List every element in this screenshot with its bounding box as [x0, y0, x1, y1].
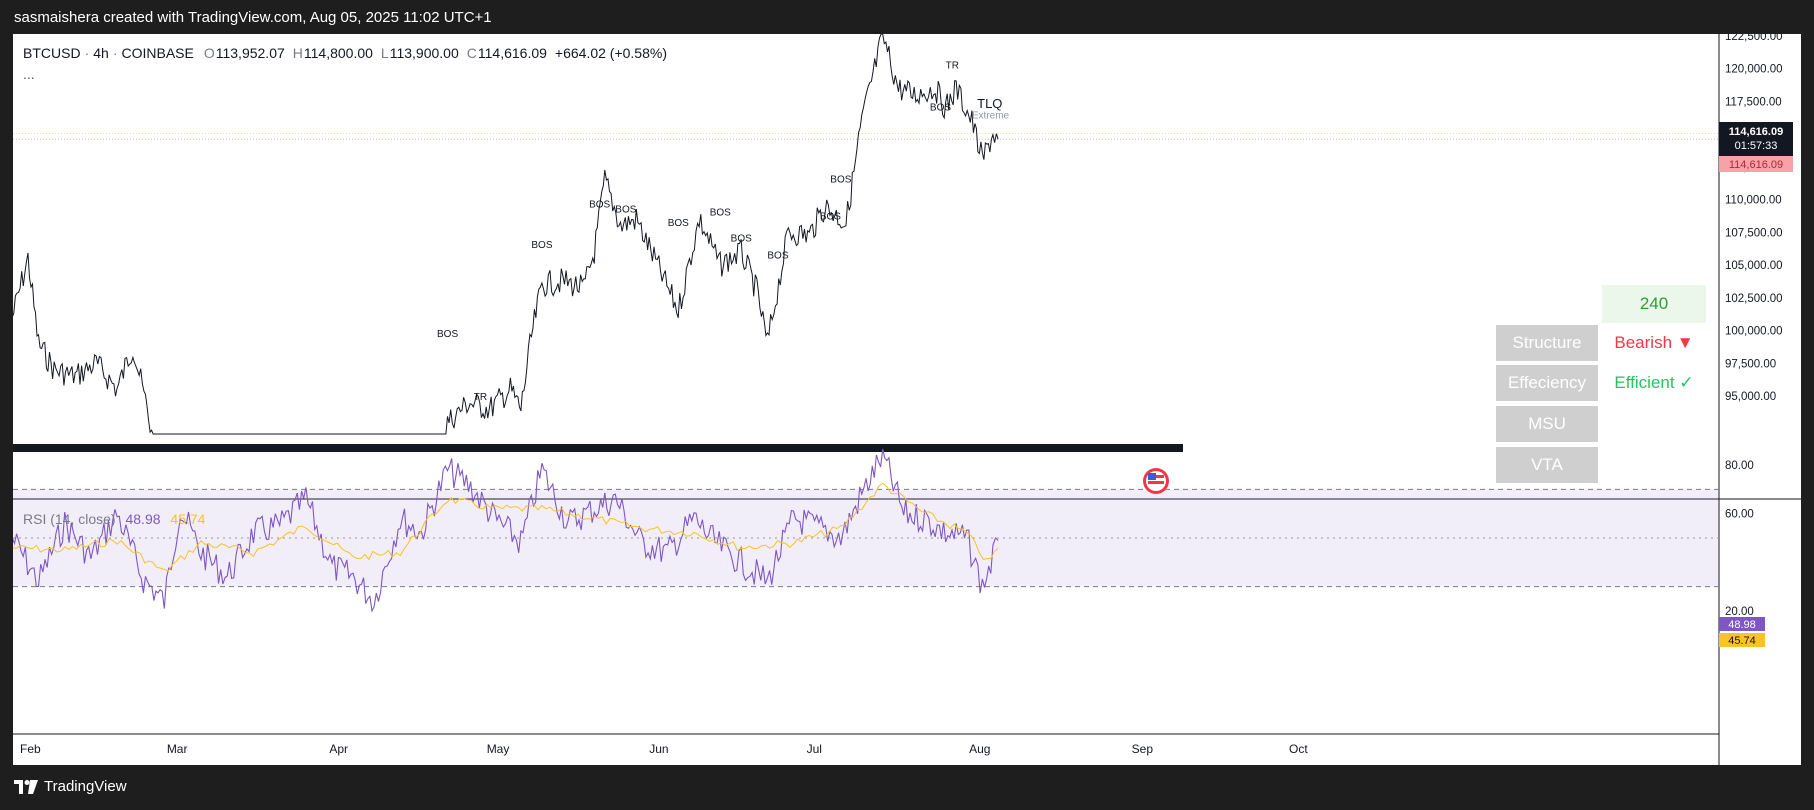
time-axis-tick-label: Jun — [649, 742, 668, 756]
low-label: L — [380, 45, 389, 61]
header-separator-2: · — [112, 45, 118, 61]
time-axis-tick-label: Sep — [1132, 742, 1154, 756]
rsi-header-ma-value: 45.74 — [170, 511, 206, 527]
rsi-header-value: 48.98 — [125, 511, 161, 527]
rsi-title[interactable]: RSI (14, close) — [23, 511, 116, 527]
tradingview-logo-icon — [14, 779, 38, 794]
structure-annotation: BOS — [710, 207, 731, 218]
us-flag-event-icon[interactable] — [1143, 468, 1169, 494]
structure-annotation: BOS — [731, 234, 752, 245]
price-axis-tick-label: 107,500.00 — [1725, 227, 1783, 239]
time-axis-tick-label: Oct — [1289, 742, 1308, 756]
msu-label-cell: MSU — [1496, 406, 1598, 442]
symbol-header[interactable]: BTCUSD · 4h · COINBASE O 113,952.07 H 114,… — [23, 45, 675, 61]
price-axis-tick-label: 95,000.00 — [1725, 391, 1776, 403]
time-axis-tick-label: Aug — [969, 742, 990, 756]
rsi-axis-tick-label: 80.00 — [1725, 460, 1754, 472]
symbol-name[interactable]: BTCUSD — [23, 45, 81, 61]
price-axis-tick-label: 117,500.00 — [1725, 96, 1782, 108]
time-axis-tick-label: Feb — [20, 742, 41, 756]
time-axis-tick-label: May — [487, 742, 510, 756]
change-value: +664.02 (+0.58%) — [554, 45, 667, 61]
open-value: 113,952.07 — [215, 45, 285, 61]
open-label: O — [203, 45, 215, 61]
screenshot-root: sasmaishera created with TradingView.com… — [0, 0, 1814, 810]
interval-label[interactable]: 4h — [93, 45, 109, 61]
structure-annotations: BOS BOS BOS BOS BOS BOS BOS BOS BOS BOS TR TR TLQExt… — [437, 61, 1010, 403]
structure-annotation: BOS — [930, 103, 951, 114]
high-value: 114,800.00 — [303, 45, 373, 61]
timeframe-number-cell: 240 — [1602, 285, 1706, 323]
time-axis-tick-label: Mar — [167, 742, 188, 756]
price-axis-tick-label: 100,000.00 — [1725, 326, 1783, 338]
high-label: H — [292, 45, 303, 61]
close-label: C — [466, 45, 477, 61]
structure-annotation: BOS — [668, 218, 689, 229]
structure-annotation: BOS — [820, 211, 841, 222]
rsi-axis-tick-label: 60.00 — [1725, 509, 1754, 521]
structure-annotation: TLQ — [977, 96, 1002, 111]
bar-countdown: 01:57:33 — [1735, 140, 1778, 152]
rsi-axis-tick-label: 20.00 — [1725, 606, 1754, 618]
structure-label-cell: Structure — [1496, 325, 1598, 361]
vta-label-cell: VTA — [1496, 447, 1598, 483]
structure-annotation: TR — [474, 392, 487, 403]
price-axis-tick-label: 97,500.00 — [1725, 358, 1776, 370]
time-axis-tick-label: Apr — [329, 742, 348, 756]
price-axis-tick-label: 122,500.00 — [1725, 34, 1783, 43]
last-price-tag-value: 114,616.09 — [1729, 126, 1783, 138]
chart-frame[interactable]: 95,000.00 97,500.00 100,000.00 102,500.00 10… — [11, 31, 1801, 765]
efficiency-label-cell: Effeciency — [1496, 365, 1598, 401]
structure-annotation: BOS — [437, 329, 458, 340]
price-axis-tick-label: 110,000.00 — [1725, 195, 1782, 207]
last-price-tag-2-value: 114,616.09 — [1729, 159, 1783, 171]
low-value: 113,900.00 — [389, 45, 459, 61]
created-with-banner: sasmaishera created with TradingView.com… — [14, 9, 492, 26]
structure-annotation: BOS — [589, 199, 610, 210]
structure-value-cell: Bearish ▼ — [1614, 333, 1694, 352]
header-separator: · — [84, 45, 90, 61]
more-indicators-button[interactable]: ... — [23, 66, 35, 82]
rsi-ma-tag-text: 45.74 — [1728, 635, 1756, 647]
rsi-value-tag-text: 48.98 — [1728, 619, 1756, 631]
price-series — [11, 33, 999, 435]
structure-annotation: BOS — [615, 205, 636, 216]
price-axis-tick-label: 105,000.00 — [1725, 260, 1783, 272]
price-axis-tick-label: 102,500.00 — [1725, 293, 1783, 305]
exchange-label: COINBASE — [121, 45, 194, 61]
structure-annotation: Extreme — [972, 110, 1010, 121]
efficiency-value-cell: Efficient ✓ — [1614, 373, 1694, 392]
structure-annotation: BOS — [830, 175, 851, 186]
structure-annotation: BOS — [531, 240, 552, 251]
indicator-label-band — [13, 444, 1183, 452]
time-axis-tick-label: Jul — [807, 742, 822, 756]
footer-brand[interactable]: TradingView — [14, 778, 127, 795]
footer-brand-text: TradingView — [44, 778, 127, 795]
price-line — [11, 33, 999, 435]
structure-annotation: BOS — [767, 251, 788, 262]
close-value: 114,616.09 — [477, 45, 547, 61]
structure-annotation: TR — [946, 61, 959, 72]
rsi-header[interactable]: RSI (14, close) 48.98 45.74 — [23, 511, 205, 527]
price-axis-tick-label: 120,000.00 — [1725, 64, 1783, 76]
